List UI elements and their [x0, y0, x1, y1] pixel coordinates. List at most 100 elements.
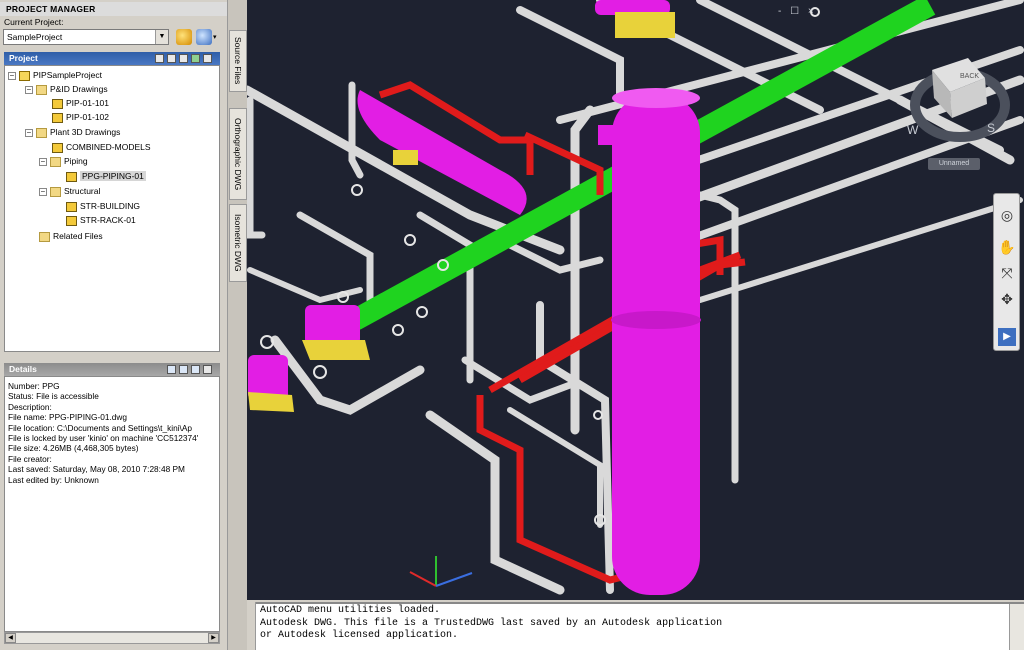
pid-folder-icon — [36, 84, 47, 95]
panel-option-icon[interactable] — [167, 54, 176, 63]
zoom-icon[interactable]: ⤧ — [998, 264, 1016, 282]
tree-node-root[interactable]: – PIPSampleProject — [8, 69, 102, 82]
panel-option-icon[interactable] — [203, 54, 212, 63]
command-history-line: AutoCAD menu utilities loaded. — [260, 605, 441, 616]
project-tree[interactable]: – PIPSampleProject – P&ID Drawings PIP-01-… — [4, 65, 220, 352]
tree-node-label: PIP-01-102 — [66, 112, 109, 122]
panel-option-icon[interactable] — [191, 365, 200, 374]
compass-west-label: W — [907, 123, 919, 137]
project-manager-palette: PROJECT MANAGER Current Project: SampleP… — [0, 0, 227, 650]
collapse-icon[interactable]: – — [8, 71, 16, 80]
steering-wheel-icon[interactable]: ◎ — [998, 206, 1016, 224]
collapse-icon[interactable]: – — [25, 85, 33, 94]
chevron-down-icon[interactable]: ▾ — [213, 33, 217, 41]
panel-option-icon[interactable] — [203, 365, 212, 374]
showmotion-icon[interactable]: ▶ — [998, 328, 1016, 346]
command-history-line: or Autodesk licensed application. — [260, 630, 459, 641]
project-icon — [19, 70, 30, 81]
tree-node-plant3d[interactable]: – Plant 3D Drawings — [25, 126, 120, 139]
command-line-history[interactable]: AutoCAD menu utilities loaded. Autodesk … — [256, 602, 1024, 650]
tree-node-ppg-piping-01[interactable]: PPG-PIPING-01 — [66, 170, 146, 183]
tree-node-label: PIP-01-101 — [66, 98, 109, 108]
detail-creator: File creator: — [8, 453, 52, 464]
scroll-left-icon[interactable]: ◀ — [5, 633, 16, 643]
pan-hand-icon[interactable]: ✋ — [998, 238, 1016, 256]
tab-source-files[interactable]: Source Files — [229, 30, 247, 92]
panel-option-icon[interactable] — [179, 54, 188, 63]
tab-orthographic-dwg[interactable]: Orthographic DWG — [229, 108, 247, 200]
command-line-grip[interactable] — [247, 602, 256, 650]
tree-node-label: STR-BUILDING — [80, 201, 140, 211]
tree-node-pid-01-102[interactable]: PIP-01-102 — [52, 111, 109, 124]
collapse-icon[interactable]: – — [39, 157, 47, 166]
detail-last-saved: Last saved: Saturday, May 08, 2010 7:28:… — [8, 464, 185, 475]
panel-option-icon[interactable] — [155, 54, 164, 63]
tree-node-related-files[interactable]: Related Files — [39, 230, 103, 243]
tree-node-label: STR-RACK-01 — [80, 215, 136, 225]
command-history-line: Autodesk DWG. This file is a TrustedDWG … — [260, 617, 723, 629]
details-horizontal-scrollbar[interactable]: ◀ ▶ — [4, 632, 220, 644]
viewcube-ucs-menu[interactable]: Unnamed — [928, 158, 980, 170]
drawing-icon — [66, 215, 77, 226]
drawing-icon — [52, 98, 63, 109]
plant-3d-model: BACK W S — [247, 0, 1024, 595]
current-project-value: SampleProject — [7, 32, 63, 42]
tree-node-pid-drawings[interactable]: – P&ID Drawings — [25, 83, 108, 96]
folder-icon — [50, 186, 61, 197]
ucs-axis-icon — [409, 556, 473, 587]
detail-last-edited: Last edited by: Unknown — [8, 474, 99, 485]
tree-node-label: COMBINED-MODELS — [66, 142, 151, 152]
tree-node-label: PIPSampleProject — [33, 70, 102, 80]
detail-status: Status: File is accessible — [8, 391, 99, 402]
pump — [305, 305, 360, 345]
refresh-icon[interactable] — [191, 54, 200, 63]
chevron-down-icon[interactable]: ▼ — [155, 30, 168, 44]
details-list: Number: PPG Status: File is accessible D… — [4, 376, 220, 632]
detail-file-size: File size: 4.26MB (4,468,305 bytes) — [8, 443, 139, 454]
viewport-window-controls[interactable]: - ☐ × — [778, 6, 822, 20]
current-project-dropdown[interactable]: SampleProject ▼ — [3, 29, 169, 45]
detail-number: Number: PPG — [8, 381, 60, 391]
panel-option-icon[interactable] — [179, 365, 188, 374]
collapse-icon[interactable]: – — [39, 187, 47, 196]
tree-node-piping[interactable]: – Piping — [39, 155, 88, 168]
tree-node-label: Plant 3D Drawings — [50, 127, 121, 137]
plant3d-folder-icon — [36, 127, 47, 138]
scroll-right-icon[interactable]: ▶ — [208, 633, 219, 643]
drawing-icon — [52, 112, 63, 123]
folder-icon — [39, 231, 50, 242]
compass-south-label: S — [987, 121, 995, 135]
project-panel-title: Project — [9, 53, 38, 63]
tree-node-label: Related Files — [53, 231, 103, 241]
tree-node-structural[interactable]: – Structural — [39, 185, 100, 198]
detail-file-location: File location: C:\Documents and Settings… — [8, 422, 193, 433]
project-settings-icon[interactable] — [196, 29, 212, 45]
panel-option-icon[interactable] — [167, 365, 176, 374]
detail-file-name: File name: PPG-PIPING-01.dwg — [8, 412, 127, 423]
tab-isometric-dwg[interactable]: Isometric DWG — [229, 204, 247, 282]
collapse-icon[interactable]: – — [25, 128, 33, 137]
tree-node-label: Structural — [64, 186, 101, 196]
drawing-icon — [66, 171, 77, 182]
tree-node-str-building[interactable]: STR-BUILDING — [66, 200, 140, 213]
details-panel-title: Details — [9, 364, 37, 374]
palette-title: PROJECT MANAGER — [0, 2, 227, 16]
tree-node-pid-01-101[interactable]: PIP-01-101 — [52, 97, 109, 110]
autocad-plant3d-window: PROJECT MANAGER Current Project: SampleP… — [0, 0, 1024, 650]
current-project-label: Current Project: — [4, 17, 64, 27]
tree-node-label: PPG-PIPING-01 — [80, 171, 146, 181]
distillation-column — [612, 95, 700, 595]
orbit-icon[interactable]: ✥ — [998, 290, 1016, 308]
tree-node-label: P&ID Drawings — [50, 84, 108, 94]
drawing-icon — [52, 142, 63, 153]
detail-description: Description: — [8, 401, 52, 412]
tree-node-combined-models[interactable]: COMBINED-MODELS — [52, 141, 151, 154]
project-setup-icon[interactable] — [176, 29, 192, 45]
detail-locked: File is locked by user 'kinio' on machin… — [8, 433, 199, 444]
tree-node-str-rack-01[interactable]: STR-RACK-01 — [66, 214, 136, 227]
tree-node-label: Piping — [64, 156, 88, 166]
drawing-icon — [66, 201, 77, 212]
model-viewport[interactable]: BACK W S - ☐ × — [247, 0, 1024, 600]
project-panel-header: Project — [4, 52, 220, 65]
command-line-scrollbar[interactable] — [1009, 604, 1024, 650]
